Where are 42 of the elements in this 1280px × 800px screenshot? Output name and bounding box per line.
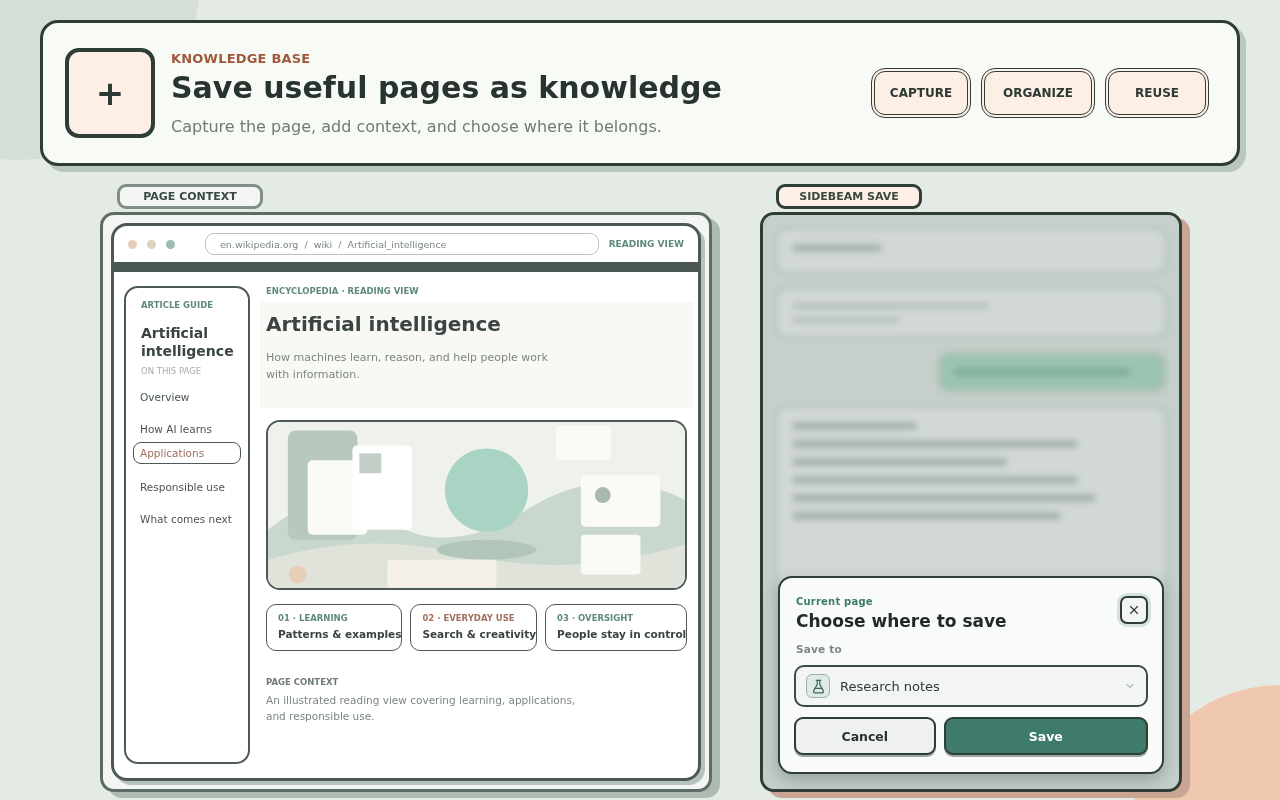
context-text: An illustrated reading view covering learning, applications, and responsible use. <box>266 693 576 724</box>
close-icon <box>1127 603 1141 617</box>
guide-link[interactable]: What comes next <box>133 508 241 531</box>
panel-label: PAGE CONTEXT <box>117 184 263 209</box>
dialog-title: Choose where to save <box>796 611 1007 631</box>
address-bar[interactable]: en.wikipedia.org / wiki / Artificial_intelligence <box>205 233 599 255</box>
reading-view-label: READING VIEW <box>608 239 684 249</box>
flask-icon <box>806 674 830 698</box>
window-dot <box>166 239 175 249</box>
card-eyebrow: 01 · LEARNING <box>278 613 349 623</box>
step-pill: REUSE <box>1105 68 1209 118</box>
card-eyebrow: 03 · OVERSIGHT <box>557 613 635 623</box>
card-eyebrow: 02 · EVERYDAY USE <box>422 613 516 623</box>
folder-select[interactable]: Research notes <box>794 665 1148 707</box>
save-button[interactable]: Save <box>943 717 1148 755</box>
step-pill: ORGANIZE <box>981 68 1095 118</box>
cancel-button[interactable]: Cancel <box>794 717 936 755</box>
panel-label: SIDEBEAM SAVE <box>776 184 922 209</box>
article-lede: How machines learn, reason, and help people work with information. <box>266 350 549 383</box>
eyebrow: KNOWLEDGE BASE <box>171 50 312 66</box>
guide-link[interactable]: Responsible use <box>133 476 241 499</box>
card-title: Patterns & examples <box>278 628 402 640</box>
window-dot <box>147 239 156 249</box>
window-dot <box>128 239 137 249</box>
dialog-eyebrow: Current page <box>796 596 874 607</box>
section-label: ON THIS PAGE <box>141 366 203 377</box>
guide-title: Artificial intelligence <box>141 324 233 361</box>
step-pill: CAPTURE <box>871 68 971 118</box>
article-eyebrow: ENCYCLOPEDIA · READING VIEW <box>266 286 420 296</box>
field-label: Save to <box>796 643 843 655</box>
guide-link[interactable]: How AI learns <box>133 418 241 441</box>
card-title: Search & creativity <box>422 628 537 640</box>
guide-link[interactable]: Applications <box>133 442 241 465</box>
context-label: PAGE CONTEXT <box>266 677 340 687</box>
guide-link[interactable]: Overview <box>133 386 241 409</box>
card-title: People stay in control <box>557 628 687 640</box>
subtitle: Capture the page, add context, and choose where it belongs. <box>171 116 663 136</box>
close-button[interactable] <box>1120 596 1148 624</box>
article-title: Artificial intelligence <box>266 312 502 336</box>
plus-tile: + <box>65 48 155 138</box>
guide-eyebrow: ARTICLE GUIDE <box>141 300 215 310</box>
page-title: Save useful pages as knowledge <box>171 69 723 105</box>
